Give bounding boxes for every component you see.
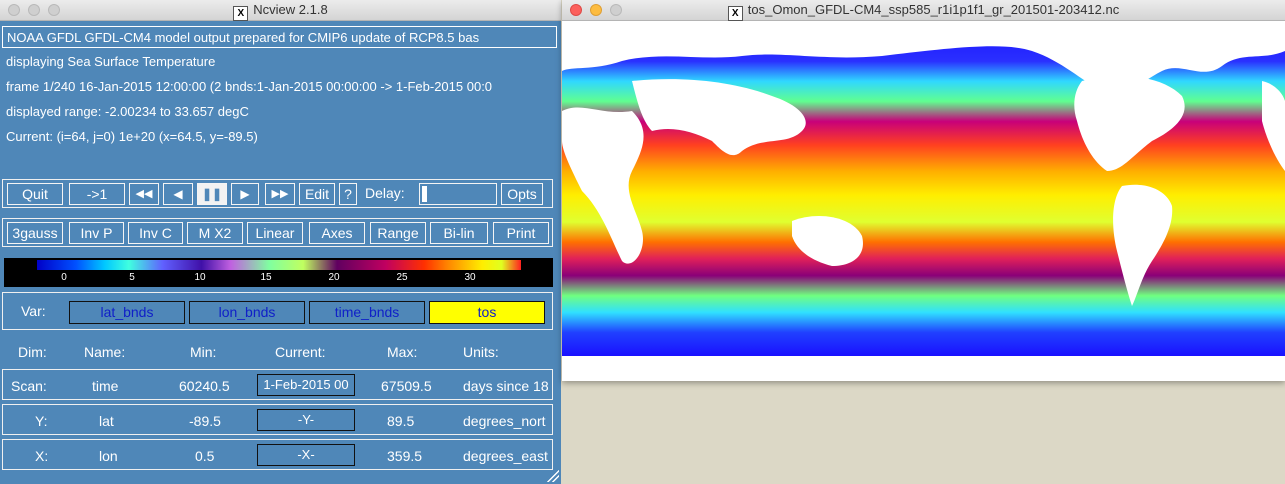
units-header: Units: (463, 344, 499, 360)
window-title-text: Ncview 2.1.8 (253, 2, 328, 17)
x11-icon: X (233, 6, 249, 21)
step-back-icon[interactable]: ◀ (163, 183, 193, 205)
current-header: Current: (275, 344, 326, 360)
sst-map[interactable] (562, 21, 1285, 381)
dim-current-field[interactable]: -X- (257, 444, 355, 466)
resize-grip-icon[interactable] (547, 470, 559, 482)
colorbar-tick: 25 (396, 272, 408, 283)
map-window-title: Xtos_Omon_GFDL-CM4_ssp585_r1i1p1f1_gr_20… (562, 2, 1285, 21)
delay-slider-knob[interactable] (422, 186, 427, 202)
option-inv-c-button[interactable]: Inv C (128, 222, 183, 244)
ncview-titlebar: X Ncview 2.1.8 (0, 0, 561, 21)
map-titlebar: Xtos_Omon_GFDL-CM4_ssp585_r1i1p1f1_gr_20… (562, 0, 1285, 21)
min-header: Min: (190, 344, 217, 360)
options-bar: 3gauss Inv P Inv C M X2 Linear Axes Rang… (2, 218, 553, 247)
variable-selector: Var: lat_bnds lon_bnds time_bnds tos (2, 292, 553, 330)
colorbar-tick: 10 (194, 272, 206, 283)
var-tos-button[interactable]: tos (429, 301, 545, 324)
colorbar-gradient (37, 260, 521, 270)
option-bilin-button[interactable]: Bi-lin (430, 222, 488, 244)
help-button[interactable]: ? (339, 183, 357, 205)
pause-icon[interactable]: ❚❚ (197, 183, 227, 205)
var-time-bnds-button[interactable]: time_bnds (309, 301, 425, 324)
step-forward-icon[interactable]: ▶ (231, 183, 259, 205)
rewind-icon[interactable]: ◀◀ (129, 183, 159, 205)
dim-header: Dim: (18, 344, 47, 360)
delay-slider[interactable] (419, 183, 497, 205)
info-current: Current: (i=64, j=0) 1e+20 (x=64.5, y=-8… (6, 129, 258, 144)
dim-label: Y: (35, 413, 48, 429)
dim-label: Scan: (11, 378, 47, 394)
info-variable: displaying Sea Surface Temperature (6, 54, 216, 69)
option-3gauss-button[interactable]: 3gauss (7, 222, 63, 244)
dim-name: lon (99, 448, 118, 464)
window-title: X Ncview 2.1.8 (0, 2, 561, 21)
option-print-button[interactable]: Print (493, 222, 549, 244)
dim-current-field[interactable]: 1-Feb-2015 00 (257, 374, 355, 396)
dim-label: X: (35, 448, 49, 464)
x11-icon: X (727, 6, 743, 21)
delay-label: Delay: (365, 185, 405, 201)
dim-units: degrees_nort (463, 413, 546, 429)
ocean-field (562, 21, 1285, 356)
dim-current-field[interactable]: -Y- (257, 409, 355, 431)
option-mx2-button[interactable]: M X2 (187, 222, 243, 244)
control-bar: Quit ->1 ◀◀ ◀ ❚❚ ▶ ▶▶ Edit ? Delay: Opts (2, 179, 553, 208)
dim-min: 60240.5 (179, 378, 230, 394)
dim-min: -89.5 (189, 413, 221, 429)
dim-row-scan: Scan: time 60240.5 1-Feb-2015 00 67509.5… (2, 369, 553, 400)
dim-name: time (92, 378, 119, 394)
dim-row-y: Y: lat -89.5 -Y- 89.5 degrees_nort (2, 404, 553, 435)
ncview-window: X Ncview 2.1.8 NOAA GFDL GFDL-CM4 model o… (0, 0, 561, 484)
max-header: Max: (387, 344, 418, 360)
step-button[interactable]: ->1 (69, 183, 125, 205)
dim-max: 359.5 (387, 448, 423, 464)
option-axes-button[interactable]: Axes (309, 222, 365, 244)
info-frame: frame 1/240 16-Jan-2015 12:00:00 (2 bnds… (6, 79, 493, 94)
colorbar-tick: 30 (464, 272, 476, 283)
colorbar-tick: 20 (328, 272, 340, 283)
map-window: Xtos_Omon_GFDL-CM4_ssp585_r1i1p1f1_gr_20… (562, 0, 1285, 381)
dim-row-x: X: lon 0.5 -X- 359.5 degrees_east (2, 439, 553, 470)
colorbar: 0 5 10 15 20 25 30 (4, 258, 553, 287)
dim-max: 67509.5 (381, 378, 432, 394)
info-title: NOAA GFDL GFDL-CM4 model output prepared… (2, 26, 557, 48)
ncview-panel: NOAA GFDL GFDL-CM4 model output prepared… (0, 21, 561, 484)
dim-units: degrees_east (463, 448, 548, 464)
map-window-title-text: tos_Omon_GFDL-CM4_ssp585_r1i1p1f1_gr_201… (747, 2, 1120, 17)
option-linear-button[interactable]: Linear (247, 222, 303, 244)
dim-max: 89.5 (387, 413, 415, 429)
option-inv-p-button[interactable]: Inv P (69, 222, 124, 244)
colorbar-tick: 15 (260, 272, 272, 283)
name-header: Name: (84, 344, 126, 360)
var-label: Var: (21, 303, 46, 319)
dim-name: lat (99, 413, 114, 429)
sst-map-image (562, 21, 1285, 381)
quit-button[interactable]: Quit (7, 183, 63, 205)
dim-units: days since 18 (463, 378, 549, 394)
colorbar-tick: 0 (61, 272, 67, 283)
edit-button[interactable]: Edit (299, 183, 335, 205)
var-lon-bnds-button[interactable]: lon_bnds (189, 301, 305, 324)
dim-min: 0.5 (195, 448, 215, 464)
option-range-button[interactable]: Range (370, 222, 426, 244)
opts-button[interactable]: Opts (501, 183, 543, 205)
antarctica (562, 356, 1285, 381)
colorbar-tick: 5 (129, 272, 135, 283)
fast-forward-icon[interactable]: ▶▶ (265, 183, 295, 205)
info-range: displayed range: -2.00234 to 33.657 degC (6, 104, 249, 119)
var-lat-bnds-button[interactable]: lat_bnds (69, 301, 185, 324)
